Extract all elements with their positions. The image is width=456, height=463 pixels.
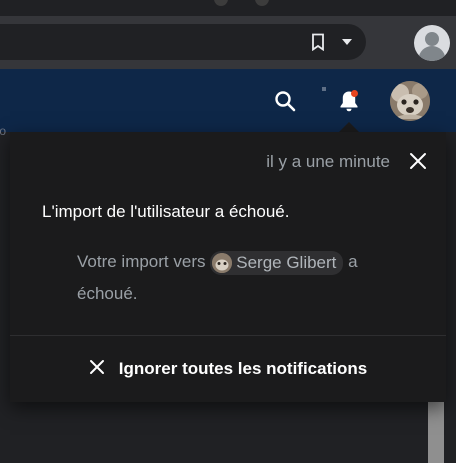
user-chip[interactable]: Serge Glibert xyxy=(210,250,344,275)
notification-body-prefix: Votre import vers xyxy=(77,252,206,271)
address-bar[interactable] xyxy=(0,24,366,60)
background-text-fragment: .o xyxy=(0,124,7,138)
browser-tabstrip xyxy=(0,0,456,16)
bell-icon[interactable] xyxy=(336,88,362,114)
close-icon[interactable] xyxy=(408,151,428,171)
dismiss-all-label: Ignorer toutes les notifications xyxy=(118,359,368,378)
app-header xyxy=(0,69,456,132)
close-icon xyxy=(89,359,105,380)
profile-icon[interactable] xyxy=(414,25,450,61)
dismiss-all-button[interactable]: Ignorer toutes les notifications xyxy=(10,336,446,402)
separator-dot xyxy=(322,87,326,91)
bookmark-icon[interactable] xyxy=(308,32,328,52)
user-chip-avatar xyxy=(212,252,233,273)
notification-popup: il y a une minute L'import de l'utilisat… xyxy=(10,132,446,402)
scrollbar[interactable] xyxy=(428,400,444,463)
user-chip-name: Serge Glibert xyxy=(236,252,337,272)
popup-arrow xyxy=(339,122,359,132)
avatar[interactable] xyxy=(390,81,430,121)
notification-badge xyxy=(351,90,358,97)
search-icon[interactable] xyxy=(273,89,297,113)
notification-title: L'import de l'utilisateur a échoué. xyxy=(42,202,290,221)
dropdown-icon[interactable] xyxy=(337,32,357,52)
notification-body: Votre import vers Serge Glibert a échoué… xyxy=(77,246,397,310)
notification-time: il y a une minute xyxy=(266,152,390,171)
browser-toolbar xyxy=(0,16,456,69)
